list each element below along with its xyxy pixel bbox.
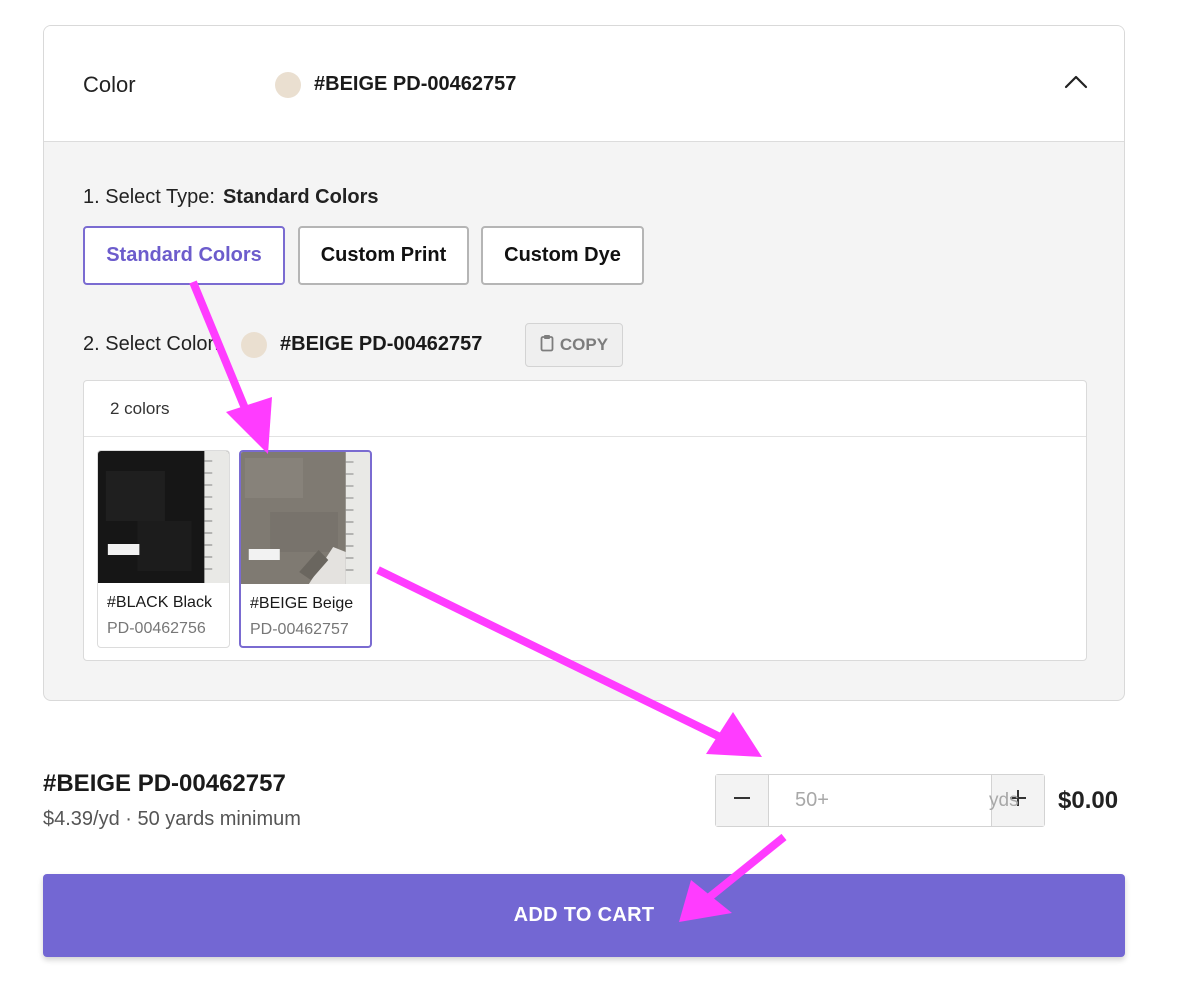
copy-button[interactable]: COPY [525,323,623,367]
selected-color-value: #BEIGE PD-00462757 [314,73,517,95]
color-panel: Color #BEIGE PD-00462757 1. Select Type:… [43,25,1125,701]
quantity-stepper: yds [715,774,1045,827]
color-card-black[interactable]: #BLACK Black PD-00462756 [97,450,230,648]
color-options-box: 2 colors #BLACK Black PD-00462756 #BEIGE… [83,380,1087,661]
select-color-swatch [241,332,267,358]
price-per-yard: $4.39/yd · 50 yards minimum [43,808,301,830]
color-card-name: #BEIGE Beige [250,595,354,612]
quantity-field-wrap: yds [769,775,1019,826]
clipboard-icon [540,334,554,357]
decrease-quantity-button[interactable] [716,775,769,826]
standard-colors-button[interactable]: Standard Colors [83,226,285,285]
copy-label: COPY [559,335,609,354]
custom-print-button[interactable]: Custom Print [298,226,469,285]
add-to-cart-button[interactable]: ADD TO CART [43,874,1125,957]
quantity-unit: yds [989,790,1019,811]
color-card-name: #BLACK Black [107,594,212,611]
select-type-heading: 1. Select Type: [83,186,215,208]
color-card-code: PD-00462757 [250,621,349,638]
select-type-current: Standard Colors [222,186,379,208]
custom-dye-button[interactable]: Custom Dye [481,226,644,285]
black-fabric-swatch-image [98,451,229,583]
select-color-value: #BEIGE PD-00462757 [280,333,483,355]
color-card-beige[interactable]: #BEIGE Beige PD-00462757 [239,450,372,648]
minus-icon [732,788,752,813]
product-selection-name: #BEIGE PD-00462757 [43,770,286,797]
color-panel-header[interactable]: Color #BEIGE PD-00462757 [44,26,1124,142]
selected-color-swatch [275,72,301,98]
select-type-label: 1. Select Type: Standard Colors [83,186,379,209]
color-heading: Color [83,72,136,97]
annotation-arrow-2-head [706,712,762,757]
quantity-input[interactable] [769,775,991,826]
beige-fabric-swatch-image [241,452,370,584]
total-price: $0.00 [1058,787,1119,814]
color-card-code: PD-00462756 [107,620,206,637]
colors-count: 2 colors [84,381,1086,437]
chevron-up-icon[interactable] [1062,70,1090,92]
select-color-heading: 2. Select Color: [83,333,220,355]
